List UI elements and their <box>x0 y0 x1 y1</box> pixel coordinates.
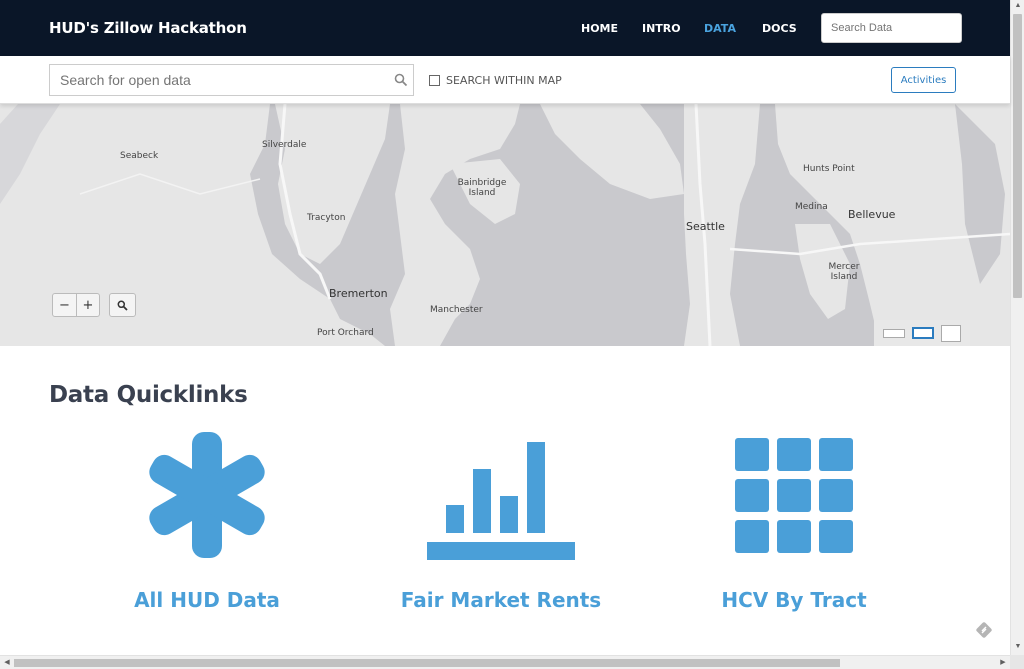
quicklink-label[interactable]: Fair Market Rents <box>366 588 636 612</box>
zoom-controls: − + <box>52 293 100 317</box>
quicklink-label[interactable]: HCV By Tract <box>659 588 929 612</box>
search-toolbar: SEARCH WITHIN MAP Activities <box>0 56 1010 104</box>
vertical-scrollbar[interactable]: ▲ ▼ <box>1010 0 1024 655</box>
map-basemap <box>0 104 1010 346</box>
zoom-in-button[interactable]: + <box>75 294 99 316</box>
nav-search-input[interactable] <box>821 13 962 43</box>
map-label-medina: Medina <box>795 202 828 212</box>
map-view[interactable]: Seabeck Silverdale Bainbridge Island Tra… <box>0 104 1010 346</box>
activities-button[interactable]: Activities <box>891 67 956 93</box>
horizontal-scrollbar[interactable]: ◀ ▶ <box>0 655 1010 669</box>
nav-data[interactable]: DATA <box>704 22 736 35</box>
map-label-seabeck: Seabeck <box>120 151 159 161</box>
map-label-seattle: Seattle <box>686 220 725 233</box>
quicklink-hcv-by-tract[interactable]: HCV By Tract <box>659 428 929 618</box>
quicklink-label[interactable]: All HUD Data <box>72 588 342 612</box>
map-label-mercer-island: Mercer Island <box>828 262 860 282</box>
search-icon[interactable] <box>394 73 408 87</box>
feedback-icon[interactable] <box>975 621 993 639</box>
map-label-hunts-point: Hunts Point <box>803 164 855 174</box>
scroll-left-icon[interactable]: ◀ <box>0 658 14 666</box>
nav-docs[interactable]: DOCS <box>762 22 797 35</box>
brand-title[interactable]: HUD's Zillow Hackathon <box>49 19 247 37</box>
scroll-right-icon[interactable]: ▶ <box>996 658 1010 666</box>
map-label-bremerton: Bremerton <box>329 287 388 300</box>
asterisk-icon <box>149 432 265 558</box>
vertical-scroll-thumb[interactable] <box>1013 14 1022 298</box>
scroll-down-icon[interactable]: ▼ <box>1011 643 1024 650</box>
map-label-port-orchard: Port Orchard <box>317 328 374 338</box>
grid-icon <box>735 438 853 553</box>
map-label-bainbridge-island: Bainbridge Island <box>457 178 507 198</box>
layer-option-2[interactable] <box>911 327 934 339</box>
map-label-bellevue: Bellevue <box>848 208 896 221</box>
quicklink-all-hud-data[interactable]: All HUD Data <box>72 428 342 618</box>
map-label-silverdale: Silverdale <box>262 140 307 150</box>
magnifier-icon <box>117 300 128 311</box>
layer-option-3[interactable] <box>940 324 961 342</box>
top-navbar: HUD's Zillow Hackathon HOME INTRO DATA D… <box>0 0 1010 56</box>
search-within-map-label: SEARCH WITHIN MAP <box>446 74 562 87</box>
map-label-manchester: Manchester <box>430 305 483 315</box>
bar-chart-icon <box>427 442 575 560</box>
search-within-map-checkbox[interactable] <box>429 75 440 86</box>
scrollbar-corner <box>1010 655 1024 669</box>
scroll-up-icon[interactable]: ▲ <box>1011 2 1024 9</box>
map-search-button[interactable] <box>109 293 136 317</box>
nav-home[interactable]: HOME <box>581 22 618 35</box>
search-within-map-toggle[interactable]: SEARCH WITHIN MAP <box>429 74 562 87</box>
map-label-tracyton: Tracyton <box>307 213 346 223</box>
quicklink-fair-market-rents[interactable]: Fair Market Rents <box>366 428 636 618</box>
basemap-layer-switcher <box>874 320 970 346</box>
horizontal-scroll-thumb[interactable] <box>14 659 840 667</box>
nav-intro[interactable]: INTRO <box>642 22 681 35</box>
zoom-out-button[interactable]: − <box>53 294 76 316</box>
open-data-search-input[interactable] <box>49 64 414 96</box>
quicklinks-title: Data Quicklinks <box>49 382 248 408</box>
layer-option-1[interactable] <box>883 328 906 338</box>
